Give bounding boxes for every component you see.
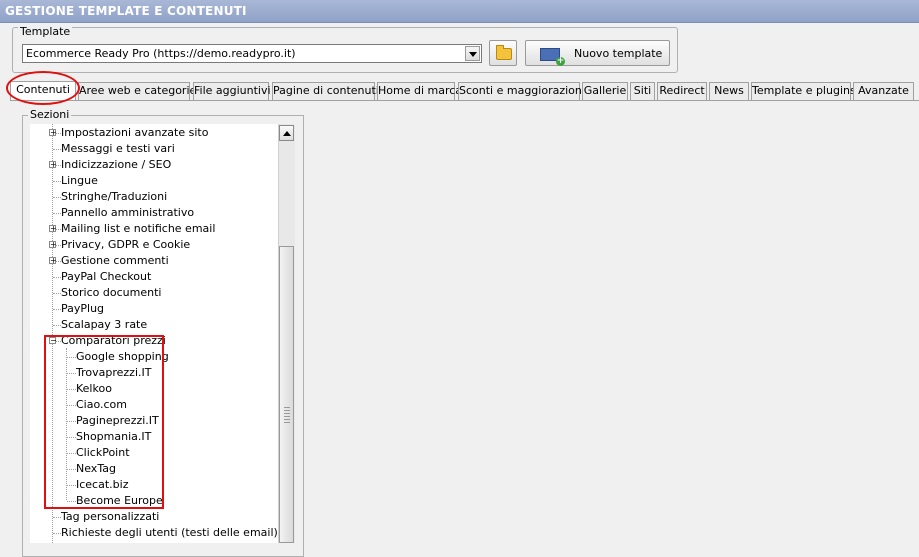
highlight-oval xyxy=(6,71,80,105)
tree-item-impostazioni[interactable]: Impostazioni avanzate sito xyxy=(61,125,208,141)
tree-connector xyxy=(53,293,61,294)
expand-icon[interactable]: + xyxy=(49,225,57,233)
tree-item-richieste[interactable]: Richieste degli utenti (testi delle emai… xyxy=(61,525,278,541)
add-template-icon xyxy=(540,48,565,66)
tree-item-payplug[interactable]: PayPlug xyxy=(61,301,104,317)
tree-connector xyxy=(53,533,61,534)
window-titlebar: GESTIONE TEMPLATE E CONTENUTI xyxy=(0,0,919,23)
chevron-down-icon[interactable] xyxy=(465,46,480,61)
tree-item-scalapay[interactable]: Scalapay 3 rate xyxy=(61,317,147,333)
tab-pagine-contenuti[interactable]: Pagine di contenuti xyxy=(272,82,379,100)
tree-item-commenti[interactable]: Gestione commenti xyxy=(61,253,169,269)
sections-legend: Sezioni xyxy=(28,108,72,121)
tab-sconti[interactable]: Sconti e maggiorazioni xyxy=(458,82,585,100)
tab-news[interactable]: News xyxy=(709,82,749,100)
tab-file-aggiuntivi[interactable]: File aggiuntivi xyxy=(193,82,271,100)
expand-icon[interactable]: + xyxy=(49,257,57,265)
expand-icon[interactable]: + xyxy=(49,161,57,169)
new-template-button[interactable]: Nuovo template xyxy=(525,40,670,66)
tab-siti[interactable]: Siti xyxy=(630,82,655,100)
template-group-legend: Template xyxy=(18,25,73,38)
expand-icon[interactable]: + xyxy=(49,129,57,137)
tree-connector xyxy=(53,309,61,310)
tree-item-lingue[interactable]: Lingue xyxy=(61,173,98,189)
tab-redirect[interactable]: Redirect xyxy=(657,82,707,100)
tree-connector xyxy=(53,325,61,326)
tree-item-tag[interactable]: Tag personalizzati xyxy=(61,509,159,525)
tree-connector xyxy=(53,213,61,214)
tab-aree-web[interactable]: Aree web e categorie xyxy=(78,82,196,100)
tree-item-mailing[interactable]: Mailing list e notifiche email xyxy=(61,221,215,237)
window-title: GESTIONE TEMPLATE E CONTENUTI xyxy=(5,4,247,18)
open-template-button[interactable] xyxy=(489,40,517,66)
tree-connector xyxy=(53,197,61,198)
tree-item-paypal[interactable]: PayPal Checkout xyxy=(61,269,151,285)
tree-item-privacy[interactable]: Privacy, GDPR e Cookie xyxy=(61,237,190,253)
template-select-value: Ecommerce Ready Pro (https://demo.readyp… xyxy=(26,47,296,60)
tree-connector xyxy=(53,277,61,278)
tree-item-stringhe[interactable]: Stringhe/Traduzioni xyxy=(61,189,167,205)
highlight-box xyxy=(44,335,164,509)
tab-avanzate[interactable]: Avanzate xyxy=(853,82,914,100)
tree-connector xyxy=(53,517,61,518)
new-template-label: Nuovo template xyxy=(574,47,663,60)
scroll-up-icon[interactable] xyxy=(279,125,294,141)
tab-baseline xyxy=(10,100,919,101)
main-tabs: Contenuti Aree web e categorie File aggi… xyxy=(10,81,919,101)
tree-connector xyxy=(53,149,61,150)
tab-template-plugins[interactable]: Template e plugins xyxy=(751,82,856,100)
tab-home-di-marca[interactable]: Home di marca xyxy=(377,82,462,100)
tree-item-seo[interactable]: Indicizzazione / SEO xyxy=(61,157,171,173)
scrollbar-thumb[interactable] xyxy=(279,246,294,543)
tree-item-pannello[interactable]: Pannello amministrativo xyxy=(61,205,194,221)
folder-icon xyxy=(496,45,512,60)
template-select[interactable]: Ecommerce Ready Pro (https://demo.readyp… xyxy=(22,44,482,63)
tree-connector xyxy=(53,181,61,182)
tree-scrollbar[interactable] xyxy=(278,124,295,543)
tab-gallerie[interactable]: Gallerie xyxy=(582,82,628,100)
grip-icon xyxy=(284,407,290,425)
tree-item-storico[interactable]: Storico documenti xyxy=(61,285,161,301)
tree-item-messaggi[interactable]: Messaggi e testi vari xyxy=(61,141,175,157)
expand-icon[interactable]: + xyxy=(49,241,57,249)
